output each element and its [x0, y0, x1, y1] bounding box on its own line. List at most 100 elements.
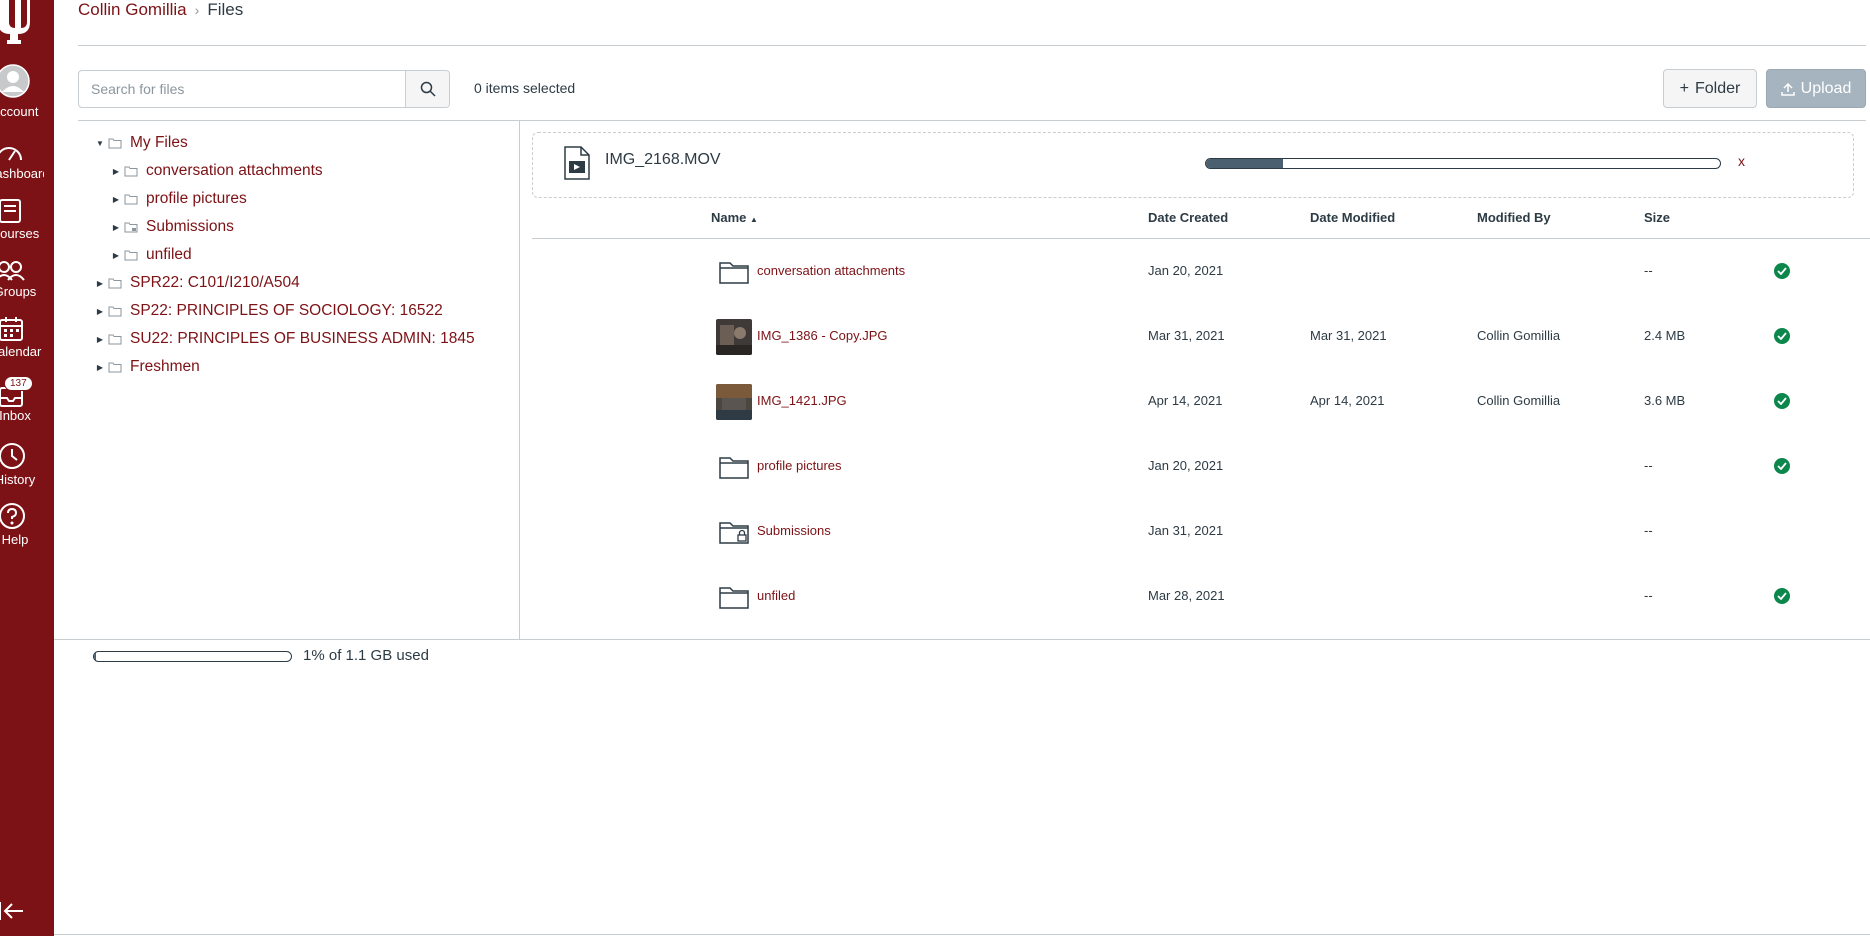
folder-icon	[108, 137, 124, 149]
tree-item-conversation-attachments[interactable]: ▶ conversation attachments	[110, 162, 323, 180]
file-name-link[interactable]: profile pictures	[757, 433, 842, 498]
date-modified: Apr 14, 2021	[1310, 393, 1385, 408]
published-check-icon[interactable]	[1774, 588, 1790, 604]
caret-right-icon[interactable]: ▶	[94, 279, 106, 288]
folder-tree: ▼ My Files ▶ conversation attachments ▶ …	[78, 121, 520, 639]
tree-item-course[interactable]: ▶ SP22: PRINCIPLES OF SOCIOLOGY: 16522	[94, 302, 443, 320]
image-thumbnail	[716, 319, 752, 355]
upload-label: Upload	[1800, 79, 1852, 97]
tree-item-label: Freshmen	[130, 358, 200, 375]
modified-by: Collin Gomillia	[1477, 393, 1561, 408]
nav-inbox[interactable]: 137 Inbox	[0, 376, 54, 424]
nav-help[interactable]: Help	[0, 502, 54, 547]
caret-down-icon[interactable]: ▼	[94, 139, 106, 148]
nav-label-help: Help	[1, 532, 29, 547]
caret-right-icon[interactable]: ▶	[94, 363, 106, 372]
file-name-link[interactable]: Submissions	[757, 498, 831, 563]
table-row[interactable]: IMG_1386 - Copy.JPG Mar 31, 2021 Mar 31,…	[532, 303, 1870, 368]
nav-label-inbox: Inbox	[0, 408, 31, 423]
table-row[interactable]: Submissions Jan 31, 2021 --	[532, 498, 1870, 563]
tree-item-course[interactable]: ▶ SU22: PRINCIPLES OF BUSINESS ADMIN: 18…	[94, 330, 475, 348]
table-row[interactable]: profile pictures Jan 20, 2021 --	[532, 433, 1870, 498]
column-header-date-created[interactable]: Date Created	[1148, 210, 1228, 225]
nav-label-history: History	[0, 472, 36, 487]
tree-item-course[interactable]: ▶ Freshmen	[94, 358, 200, 376]
storage-quota-fill	[94, 652, 96, 661]
caret-right-icon[interactable]: ▶	[94, 307, 106, 316]
nav-history[interactable]: History	[0, 442, 54, 487]
file-name-link[interactable]: IMG_1421.JPG	[757, 368, 847, 433]
upload-button[interactable]: Upload	[1766, 69, 1866, 108]
folder-icon	[124, 165, 140, 177]
search-button[interactable]	[405, 71, 449, 107]
collapse-nav-icon[interactable]	[0, 900, 26, 922]
breadcrumb-user-link[interactable]: Collin Gomillia	[78, 0, 187, 20]
file-size: 2.4 MB	[1644, 328, 1686, 343]
nav-account[interactable]: Account	[0, 64, 54, 122]
upload-progress-bar	[1205, 158, 1721, 169]
date-modified: Mar 31, 2021	[1310, 328, 1387, 343]
nav-label-groups: Groups	[0, 284, 37, 299]
column-header-date-modified[interactable]: Date Modified	[1310, 210, 1395, 225]
breadcrumb-current: Files	[207, 0, 244, 19]
storage-quota-text: 1% of 1.1 GB used	[303, 647, 429, 664]
column-header-name[interactable]: Name ▲	[711, 210, 758, 225]
add-folder-label: Folder	[1694, 79, 1741, 97]
nav-courses[interactable]: Courses	[0, 198, 54, 244]
file-name-link[interactable]: IMG_1386 - Copy.JPG	[757, 303, 888, 368]
breadcrumb: Collin Gomillia › Files	[78, 0, 243, 20]
breadcrumb-separator-icon: ›	[194, 2, 200, 18]
published-check-icon[interactable]	[1774, 458, 1790, 474]
nav-dashboard[interactable]: Dashboard	[0, 140, 54, 184]
page-bottom-border	[54, 934, 1870, 935]
table-row[interactable]: IMG_1421.JPG Apr 14, 2021 Apr 14, 2021 C…	[532, 368, 1870, 433]
tree-item-course[interactable]: ▶ SPR22: C101/I210/A504	[94, 274, 300, 292]
folder-icon	[124, 249, 140, 261]
search-input[interactable]	[79, 71, 405, 107]
tree-item-label: SU22: PRINCIPLES OF BUSINESS ADMIN: 1845	[130, 330, 475, 347]
tree-item-submissions[interactable]: ▶ Submissions	[110, 218, 234, 236]
nav-label-account: Account	[0, 104, 39, 119]
file-name-link[interactable]: conversation attachments	[757, 238, 905, 303]
locked-folder-icon	[716, 514, 752, 550]
global-nav: Account Dashboard Courses Groups	[0, 0, 54, 936]
caret-right-icon[interactable]: ▶	[110, 167, 122, 176]
modified-by: Collin Gomillia	[1477, 328, 1561, 343]
date-created: Mar 31, 2021	[1148, 328, 1225, 343]
caret-right-icon[interactable]: ▶	[94, 335, 106, 344]
sort-ascending-icon: ▲	[750, 215, 758, 224]
nav-label-calendar: Calendar	[0, 344, 42, 359]
help-icon	[0, 503, 25, 529]
published-check-icon[interactable]	[1774, 393, 1790, 409]
column-header-name-label: Name	[711, 210, 747, 225]
tree-item-my-files[interactable]: ▼ My Files	[94, 134, 188, 152]
column-header-size[interactable]: Size	[1644, 210, 1670, 225]
upload-progress-panel: IMG_2168.MOV x	[532, 132, 1854, 198]
nav-groups[interactable]: Groups	[0, 260, 54, 302]
search-box	[78, 70, 450, 108]
university-logo-icon[interactable]	[0, 0, 36, 44]
published-check-icon[interactable]	[1774, 328, 1790, 344]
account-icon	[0, 64, 30, 98]
tree-item-label: unfiled	[146, 246, 192, 263]
table-row[interactable]: conversation attachments Jan 20, 2021 --	[532, 238, 1870, 303]
caret-right-icon[interactable]: ▶	[110, 223, 122, 232]
table-row[interactable]: unfiled Mar 28, 2021 --	[532, 563, 1870, 628]
nav-calendar[interactable]: Calendar	[0, 316, 54, 362]
cancel-upload-button[interactable]: x	[1738, 153, 1745, 169]
file-size: --	[1644, 458, 1653, 473]
add-folder-button[interactable]: + Folder	[1663, 69, 1757, 108]
image-thumbnail	[716, 384, 752, 420]
tree-item-profile-pictures[interactable]: ▶ profile pictures	[110, 190, 247, 208]
inbox-unread-badge: 137	[4, 376, 33, 391]
folder-icon	[716, 449, 752, 485]
published-check-icon[interactable]	[1774, 263, 1790, 279]
tree-item-label: SP22: PRINCIPLES OF SOCIOLOGY: 16522	[130, 302, 443, 319]
upload-progress-fill	[1206, 159, 1284, 168]
folder-icon	[108, 333, 124, 345]
tree-item-unfiled[interactable]: ▶ unfiled	[110, 246, 192, 264]
caret-right-icon[interactable]: ▶	[110, 251, 122, 260]
caret-right-icon[interactable]: ▶	[110, 195, 122, 204]
column-header-modified-by[interactable]: Modified By	[1477, 210, 1551, 225]
file-name-link[interactable]: unfiled	[757, 563, 795, 628]
